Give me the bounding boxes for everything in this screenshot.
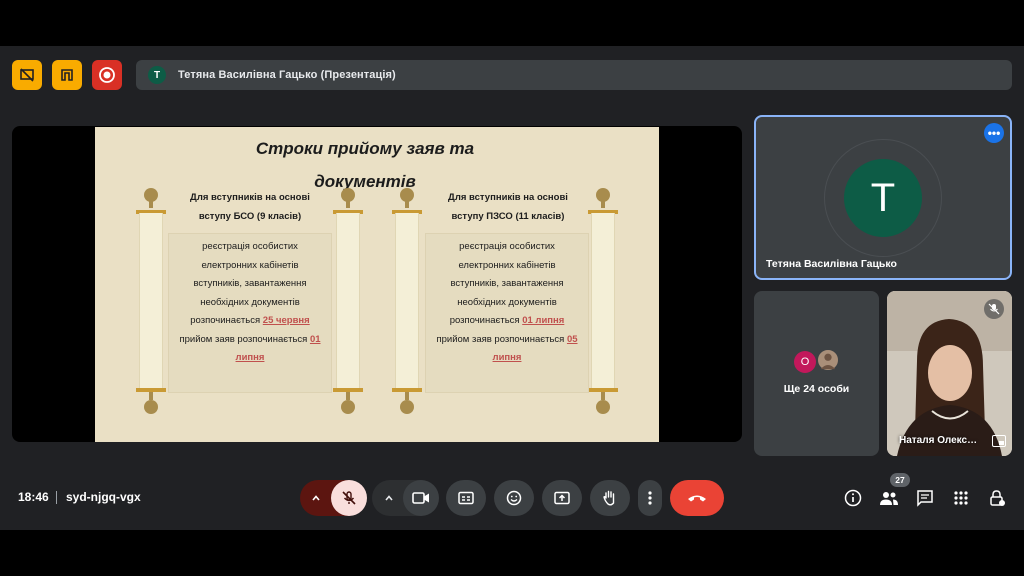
people-icon <box>880 492 898 505</box>
text-line: прийом заяв розпочинається 01 <box>179 333 321 345</box>
presentation-icon <box>61 69 73 81</box>
left-column-text: реєстрація особистих електронних кабінет… <box>165 238 335 368</box>
present-now-button[interactable] <box>542 480 582 516</box>
other-participant-photo <box>817 349 839 371</box>
microphone-button[interactable] <box>331 480 367 516</box>
applications-date: 05 <box>566 333 578 345</box>
text-line: прийом заяв розпочинається 05 <box>436 333 578 345</box>
start-date: 25 червня <box>262 315 310 326</box>
pip-icon[interactable] <box>992 435 1006 447</box>
slide-title-line1: Строки прийому заяв та <box>255 139 475 158</box>
emoji-icon <box>506 490 522 506</box>
closed-captions-icon <box>458 491 474 505</box>
no-screen-share-icon <box>20 68 34 82</box>
scroll-decoration <box>392 188 422 414</box>
text-line: необхідних документів <box>200 296 300 308</box>
reactions-button[interactable] <box>494 480 534 516</box>
chat-button[interactable] <box>915 488 935 508</box>
heading-line: Для вступників на основі <box>448 192 568 203</box>
leave-call-button[interactable] <box>670 480 724 516</box>
more-options-button[interactable] <box>638 480 662 516</box>
heading-line: вступу БСО (9 класів) <box>198 211 302 222</box>
lock-person-icon <box>990 490 1005 506</box>
camera-button[interactable] <box>403 480 439 516</box>
text-line: розпочинається 01 липня <box>449 315 565 326</box>
slide: Строки прийому заяв та документів Для вс… <box>95 127 659 442</box>
presenter-tile-name: Тетяна Василівна Гацько <box>766 258 897 270</box>
presenter-tile[interactable]: T ••• Тетяна Василівна Гацько <box>754 115 1012 280</box>
text-line: розпочинається 25 червня <box>190 315 310 326</box>
meeting-code: syd-njgq-vgx <box>66 490 141 504</box>
text-line: липня <box>492 352 522 363</box>
activities-button[interactable] <box>951 488 971 508</box>
presenter-label: Тетяна Василівна Гацько (Презентація) <box>178 69 396 81</box>
text-line: липня <box>235 352 265 363</box>
meeting-time: 18:46 <box>18 490 49 504</box>
text-line: необхідних документів <box>457 296 557 308</box>
chevron-up-icon[interactable] <box>310 492 322 504</box>
muted-mic-icon <box>984 299 1004 319</box>
left-column-heading: Для вступників на основі вступу БСО (9 к… <box>175 188 325 226</box>
others-count-label: Ще 24 особи <box>783 383 850 395</box>
more-vert-icon <box>648 491 652 505</box>
text-line: вступників, завантаження <box>193 278 307 289</box>
presenter-banner: T Тетяна Василівна Гацько (Презентація) <box>136 60 1012 90</box>
video-camera-icon <box>412 492 429 504</box>
start-date: 01 липня <box>522 315 565 326</box>
text-line: реєстрація особистих <box>202 241 298 252</box>
raise-hand-button[interactable] <box>590 480 630 516</box>
heading-line: вступу ПЗСО (11 класів) <box>451 211 565 222</box>
right-column-text: реєстрація особистих електронних кабінет… <box>422 238 592 368</box>
applications-date: 01 <box>309 333 321 345</box>
presenter-avatar: T <box>148 66 166 84</box>
camera-tile-name: Натaля Олекс… <box>899 435 978 446</box>
scroll-decoration <box>333 188 363 414</box>
stop-presenting-button[interactable] <box>52 60 82 90</box>
text-line: вступників, завантаження <box>450 278 564 289</box>
right-column-heading: Для вступників на основі вступу ПЗСО (11… <box>433 188 583 226</box>
present-screen-icon <box>554 491 570 505</box>
text-line: електронних кабінетів <box>201 259 299 271</box>
text-line: електронних кабінетів <box>458 259 556 271</box>
meeting-details-button[interactable] <box>843 488 863 508</box>
host-controls-panel-button[interactable] <box>987 488 1007 508</box>
captions-button[interactable] <box>446 480 486 516</box>
info-icon <box>844 489 862 507</box>
record-icon <box>99 67 115 83</box>
others-tile[interactable]: O Ще 24 особи <box>754 291 879 456</box>
participants-count-badge: 27 <box>890 473 910 487</box>
host-controls-button[interactable] <box>12 60 42 90</box>
person-photo-icon <box>820 353 836 370</box>
more-options-icon[interactable]: ••• <box>984 123 1004 143</box>
divider <box>56 491 57 504</box>
scroll-decoration <box>588 188 618 414</box>
mic-off-icon <box>342 491 356 505</box>
scroll-decoration <box>136 188 166 414</box>
apps-grid-icon <box>954 491 968 505</box>
chat-icon <box>917 490 933 507</box>
other-participant-avatar: O <box>794 351 816 373</box>
hang-up-icon <box>688 495 706 502</box>
presentation-view[interactable]: Строки прийому заяв та документів Для вс… <box>12 126 742 442</box>
people-button[interactable] <box>879 488 899 508</box>
text-line: реєстрація особистих <box>459 241 555 252</box>
heading-line: Для вступників на основі <box>190 192 310 203</box>
hand-icon <box>603 490 615 506</box>
presenter-tile-avatar: T <box>844 159 922 237</box>
chevron-up-icon[interactable] <box>383 492 395 504</box>
recording-button[interactable] <box>92 60 122 90</box>
camera-tile[interactable]: Натaля Олекс… <box>887 291 1012 456</box>
